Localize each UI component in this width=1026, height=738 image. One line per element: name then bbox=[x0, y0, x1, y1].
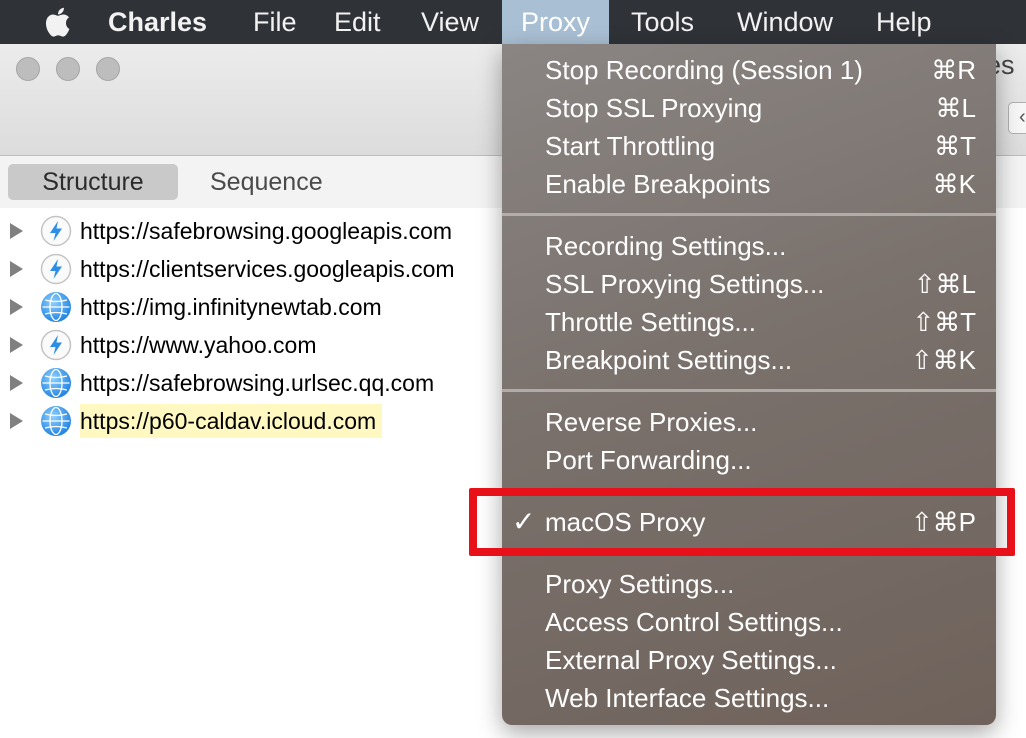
menu-item-label: Stop SSL Proxying bbox=[545, 93, 763, 123]
menu-item-label: Throttle Settings... bbox=[545, 307, 756, 337]
menu-file[interactable]: File bbox=[253, 0, 297, 44]
disclosure-triangle-icon[interactable] bbox=[10, 375, 23, 391]
menu-item-label: Breakpoint Settings... bbox=[545, 345, 793, 375]
proxy-menu-dropdown: Stop Recording (Session 1) ⌘R Stop SSL P… bbox=[502, 44, 996, 725]
menu-window[interactable]: Window bbox=[737, 0, 833, 44]
host-url: https://safebrowsing.urlsec.qq.com bbox=[80, 370, 435, 396]
disclosure-triangle-icon[interactable] bbox=[10, 261, 23, 277]
menu-item-port-forwarding[interactable]: Port Forwarding... bbox=[502, 441, 996, 479]
host-url: https://img.infinitynewtab.com bbox=[80, 294, 382, 320]
menu-item-shortcut: ⇧⌘T bbox=[912, 307, 976, 337]
menu-item-ssl-proxying-settings[interactable]: SSL Proxying Settings... ⇧⌘L bbox=[502, 265, 996, 303]
menu-bar: Charles File Edit View Proxy Tools Windo… bbox=[0, 0, 1026, 44]
menu-item-shortcut: ⌘K bbox=[932, 169, 976, 199]
menu-item-label: Port Forwarding... bbox=[545, 445, 752, 475]
menu-item-label: Enable Breakpoints bbox=[545, 169, 771, 199]
menu-item-shortcut: ⌘L bbox=[935, 93, 976, 123]
disclosure-triangle-icon[interactable] bbox=[10, 223, 23, 239]
menu-item-reverse-proxies[interactable]: Reverse Proxies... bbox=[502, 403, 996, 441]
menu-item-label: External Proxy Settings... bbox=[545, 645, 837, 675]
globe-icon bbox=[41, 368, 71, 398]
menu-help[interactable]: Help bbox=[876, 0, 932, 44]
disclosure-triangle-icon[interactable] bbox=[10, 413, 23, 429]
disclosure-triangle-icon[interactable] bbox=[10, 337, 23, 353]
menu-item-label: Reverse Proxies... bbox=[545, 407, 758, 437]
chevron-left-icon: ‹ bbox=[1019, 106, 1026, 128]
host-url: https://safebrowsing.googleapis.com bbox=[80, 218, 453, 244]
tab-sequence[interactable]: Sequence bbox=[210, 164, 323, 200]
menu-item-access-control-settings[interactable]: Access Control Settings... bbox=[502, 603, 996, 641]
menu-item-shortcut: ⌘R bbox=[931, 55, 976, 85]
host-url: https://p60-caldav.icloud.com bbox=[80, 404, 383, 438]
menu-item-stop-ssl-proxying[interactable]: Stop SSL Proxying ⌘L bbox=[502, 89, 996, 127]
globe-icon bbox=[41, 406, 71, 436]
menu-item-web-interface-settings[interactable]: Web Interface Settings... bbox=[502, 679, 996, 717]
menu-item-throttle-settings[interactable]: Throttle Settings... ⇧⌘T bbox=[502, 303, 996, 341]
menu-item-label: Stop Recording (Session 1) bbox=[545, 55, 863, 85]
menu-item-label: Recording Settings... bbox=[545, 231, 787, 261]
menu-item-label: Access Control Settings... bbox=[545, 607, 843, 637]
menu-separator bbox=[502, 389, 996, 392]
minimize-window-button[interactable] bbox=[56, 57, 80, 81]
menu-item-proxy-settings[interactable]: Proxy Settings... bbox=[502, 565, 996, 603]
menu-item-label: Proxy Settings... bbox=[545, 569, 735, 599]
menu-item-label: Web Interface Settings... bbox=[545, 683, 830, 713]
lightning-icon bbox=[40, 329, 72, 361]
lightning-icon bbox=[40, 215, 72, 247]
menu-item-external-proxy-settings[interactable]: External Proxy Settings... bbox=[502, 641, 996, 679]
tab-structure[interactable]: Structure bbox=[8, 164, 178, 200]
disclosure-triangle-icon[interactable] bbox=[10, 299, 23, 315]
menu-app-name[interactable]: Charles bbox=[108, 0, 207, 44]
menu-item-enable-breakpoints[interactable]: Enable Breakpoints ⌘K bbox=[502, 165, 996, 203]
lightning-icon bbox=[40, 253, 72, 285]
menu-item-recording-settings[interactable]: Recording Settings... bbox=[502, 227, 996, 265]
menu-view[interactable]: View bbox=[421, 0, 479, 44]
menu-proxy[interactable]: Proxy bbox=[502, 0, 610, 44]
menu-separator bbox=[502, 213, 996, 216]
host-url: https://clientservices.googleapis.com bbox=[80, 256, 455, 282]
menu-tools[interactable]: Tools bbox=[631, 0, 694, 44]
menu-item-label: Start Throttling bbox=[545, 131, 716, 161]
menu-item-stop-recording[interactable]: Stop Recording (Session 1) ⌘R bbox=[502, 51, 996, 89]
menu-item-shortcut: ⇧⌘L bbox=[913, 269, 976, 299]
apple-logo-icon[interactable] bbox=[40, 4, 72, 40]
menu-item-shortcut: ⇧⌘K bbox=[910, 345, 976, 375]
menu-item-breakpoint-settings[interactable]: Breakpoint Settings... ⇧⌘K bbox=[502, 341, 996, 379]
menu-item-shortcut: ⌘T bbox=[934, 131, 976, 161]
annotation-highlight-box bbox=[469, 488, 1015, 556]
zoom-window-button[interactable] bbox=[96, 57, 120, 81]
close-window-button[interactable] bbox=[16, 57, 40, 81]
menu-edit[interactable]: Edit bbox=[334, 0, 381, 44]
host-url: https://www.yahoo.com bbox=[80, 332, 317, 358]
globe-icon bbox=[41, 292, 71, 322]
menu-item-start-throttling[interactable]: Start Throttling ⌘T bbox=[502, 127, 996, 165]
menu-item-label: SSL Proxying Settings... bbox=[545, 269, 825, 299]
toolbar-button[interactable]: ‹ bbox=[1008, 102, 1026, 134]
